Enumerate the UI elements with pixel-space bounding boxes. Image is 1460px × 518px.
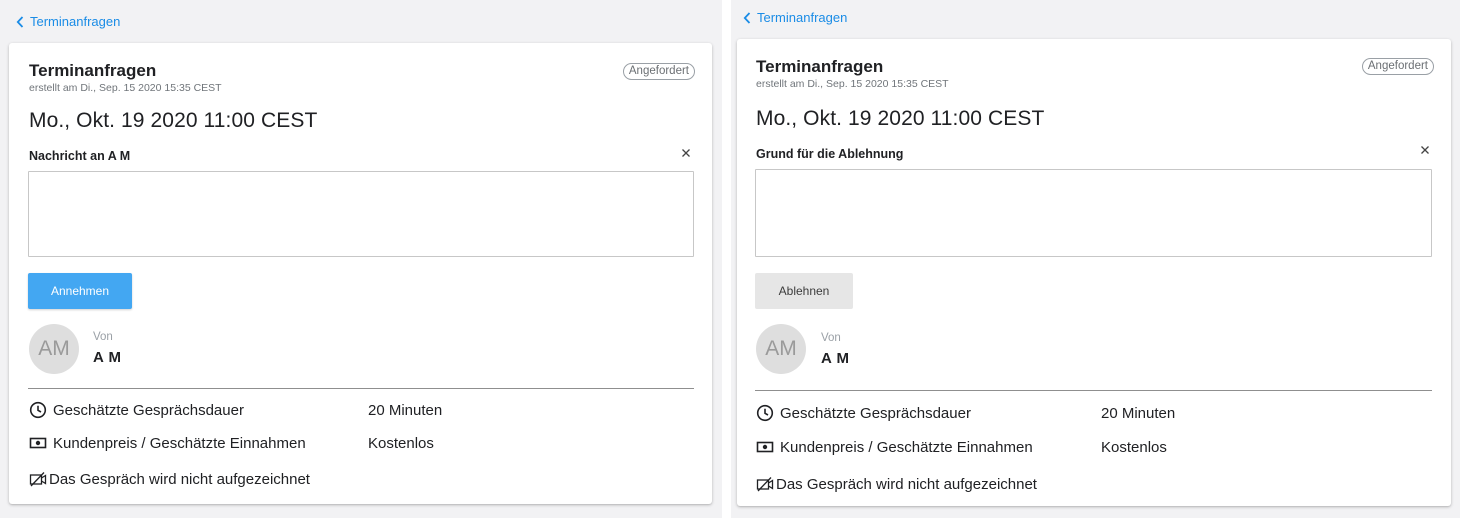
- back-link-label: Terminanfragen: [757, 10, 848, 25]
- appointment-date: Mo., Okt. 19 2020 11:00 CEST: [756, 107, 1045, 130]
- price-row: Kundenpreis / Geschätzte Einnahmen: [29, 434, 306, 452]
- recording-row: Das Gespräch wird nicht aufgezeichnet: [756, 475, 1037, 493]
- video-off-icon: [756, 477, 774, 492]
- appointment-request-card: Terminanfragen erstellt am Di., Sep. 15 …: [737, 39, 1451, 506]
- banknote-icon: [29, 437, 47, 449]
- from-label: Von: [93, 331, 113, 343]
- recording-label: Das Gespräch wird nicht aufgezeichnet: [776, 475, 1037, 493]
- message-field-label: Nachricht an A M: [29, 149, 131, 163]
- status-badge: Angefordert: [622, 63, 695, 80]
- video-off-icon: [29, 472, 47, 487]
- avatar: AM: [29, 324, 79, 374]
- message-textarea[interactable]: [28, 171, 694, 257]
- recording-label: Das Gespräch wird nicht aufgezeichnet: [49, 470, 310, 488]
- banknote-icon: [756, 441, 774, 453]
- price-label: Kundenpreis / Geschätzte Einnahmen: [53, 434, 306, 452]
- created-timestamp: erstellt am Di., Sep. 15 2020 15:35 CEST: [29, 82, 222, 94]
- chevron-left-icon: [16, 15, 24, 28]
- decline-panel: Terminanfragen Terminanfragen erstellt a…: [731, 0, 1460, 518]
- back-link[interactable]: Terminanfragen: [16, 14, 120, 29]
- from-name: A M: [93, 349, 122, 366]
- duration-row: Geschätzte Gesprächsdauer: [756, 404, 971, 422]
- recording-row: Das Gespräch wird nicht aufgezeichnet: [29, 470, 310, 488]
- accept-button[interactable]: Annehmen: [28, 273, 132, 309]
- price-row: Kundenpreis / Geschätzte Einnahmen: [756, 438, 1033, 456]
- reason-textarea[interactable]: [755, 169, 1432, 257]
- from-name: A M: [821, 350, 850, 367]
- card-title: Terminanfragen: [29, 61, 157, 80]
- accept-panel: Terminanfragen Terminanfragen erstellt a…: [0, 0, 722, 518]
- avatar: AM: [756, 324, 806, 374]
- appointment-request-card: Terminanfragen erstellt am Di., Sep. 15 …: [9, 43, 712, 504]
- back-link-label: Terminanfragen: [30, 14, 121, 29]
- close-icon[interactable]: [681, 148, 691, 158]
- screen: Terminanfragen Terminanfragen erstellt a…: [0, 0, 1460, 518]
- chevron-left-icon: [743, 11, 751, 24]
- appointment-date: Mo., Okt. 19 2020 11:00 CEST: [29, 109, 318, 132]
- card-title: Terminanfragen: [756, 57, 884, 76]
- duration-value: 20 Minuten: [1101, 405, 1176, 422]
- price-value: Kostenlos: [368, 435, 434, 452]
- duration-label: Geschätzte Gesprächsdauer: [780, 404, 971, 422]
- reason-field-label: Grund für die Ablehnung: [756, 147, 904, 161]
- divider: [755, 390, 1432, 391]
- divider: [28, 388, 694, 389]
- from-label: Von: [821, 332, 841, 344]
- duration-row: Geschätzte Gesprächsdauer: [29, 401, 244, 419]
- status-badge: Angefordert: [1361, 58, 1434, 75]
- price-label: Kundenpreis / Geschätzte Einnahmen: [780, 438, 1033, 456]
- created-timestamp: erstellt am Di., Sep. 15 2020 15:35 CEST: [756, 78, 949, 90]
- close-icon[interactable]: [1420, 145, 1430, 155]
- clock-icon: [29, 401, 47, 419]
- clock-icon: [756, 404, 774, 422]
- duration-label: Geschätzte Gesprächsdauer: [53, 401, 244, 419]
- back-link[interactable]: Terminanfragen: [743, 10, 847, 25]
- duration-value: 20 Minuten: [368, 402, 443, 419]
- price-value: Kostenlos: [1101, 439, 1167, 456]
- decline-button[interactable]: Ablehnen: [755, 273, 853, 309]
